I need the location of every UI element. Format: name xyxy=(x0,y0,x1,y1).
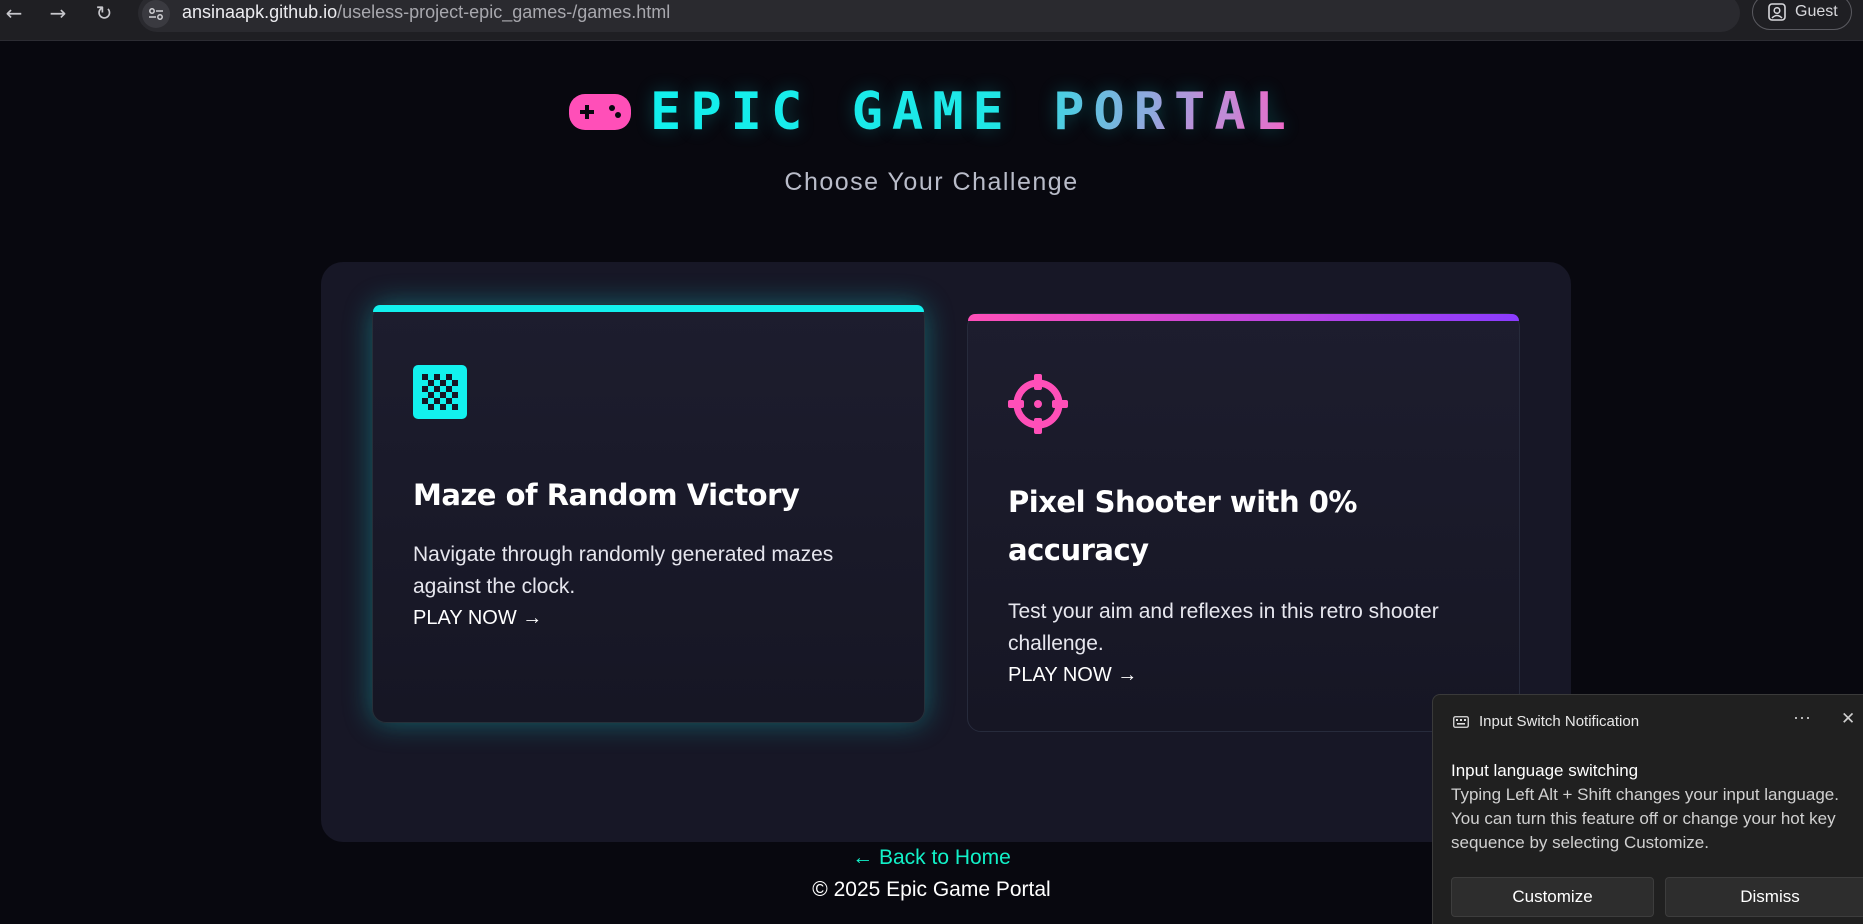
keyboard-icon xyxy=(1453,715,1469,728)
customize-button[interactable]: Customize xyxy=(1451,877,1654,917)
card-description: Navigate through randomly generated maze… xyxy=(413,543,834,598)
card-accent-bar xyxy=(968,314,1519,321)
reload-icon[interactable]: ↻ xyxy=(90,2,118,26)
profile-label: Guest xyxy=(1795,3,1838,20)
person-icon xyxy=(1768,3,1786,21)
card-accent-bar xyxy=(373,305,924,312)
site-info-icon[interactable] xyxy=(142,0,170,28)
game-card-maze[interactable]: Maze of Random Victory Navigate through … xyxy=(372,304,925,723)
crosshair-icon xyxy=(1008,374,1068,434)
browser-toolbar: ← → ↻ ansinaapk.github.io/useless-projec… xyxy=(0,0,1863,41)
play-now-link[interactable]: PLAY NOW → xyxy=(1008,664,1137,687)
dismiss-button[interactable]: Dismiss xyxy=(1665,877,1863,917)
forward-arrow-icon[interactable]: → xyxy=(44,2,72,26)
game-card-shooter[interactable]: Pixel Shooter with 0% accuracy Test your… xyxy=(967,313,1520,732)
card-title: Maze of Random Victory xyxy=(413,478,800,512)
page-subtitle: Choose Your Challenge xyxy=(784,168,1079,196)
notification-app-name: Input Switch Notification xyxy=(1479,713,1640,730)
page-header: EPIC GAME PORTAL xyxy=(0,82,1863,142)
close-icon[interactable]: ✕ xyxy=(1841,709,1855,729)
more-options-icon[interactable]: ··· xyxy=(1793,707,1811,728)
page-title: EPIC GAME PORTAL xyxy=(650,82,1295,142)
checkerboard-icon xyxy=(413,365,467,419)
address-bar[interactable]: ansinaapk.github.io/useless-project-epic… xyxy=(138,0,1740,32)
card-title: Pixel Shooter with 0% accuracy xyxy=(1008,485,1357,567)
play-now-link[interactable]: PLAY NOW → xyxy=(413,607,542,630)
notification-title: Input language switching xyxy=(1451,761,1639,780)
gamepad-icon xyxy=(569,94,632,130)
notification-body: Typing Left Alt + Shift changes your inp… xyxy=(1451,785,1839,852)
input-switch-notification: Input Switch Notification ··· ✕ Input la… xyxy=(1432,694,1863,924)
url-host: ansinaapk.github.io xyxy=(182,2,338,22)
card-description: Test your aim and reflexes in this retro… xyxy=(1008,600,1439,655)
profile-button[interactable]: Guest xyxy=(1752,0,1852,30)
back-arrow-icon[interactable]: ← xyxy=(0,2,28,26)
url-path: /useless-project-epic_games-/games.html xyxy=(337,2,671,22)
url-text[interactable]: ansinaapk.github.io/useless-project-epic… xyxy=(182,2,670,23)
